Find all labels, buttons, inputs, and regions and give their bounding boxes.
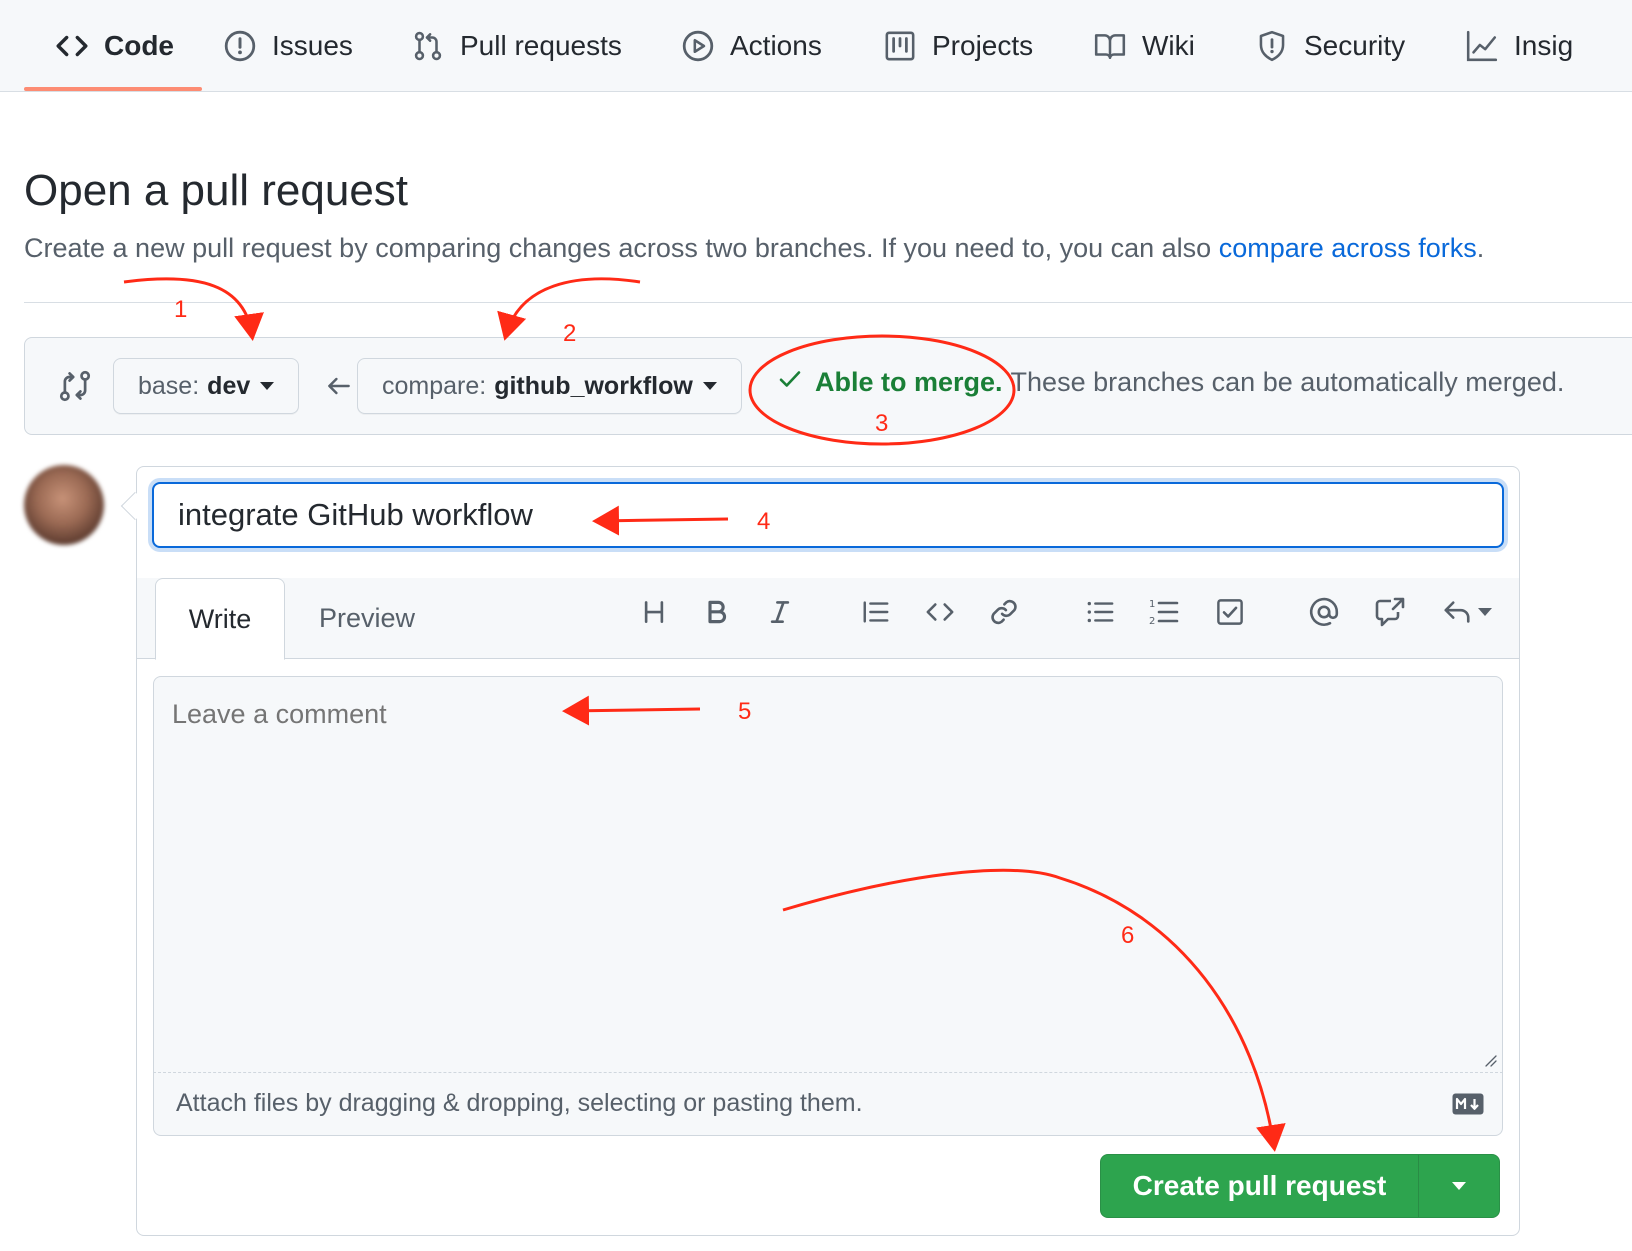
pull-request-icon [410,28,446,64]
caret-down-icon [260,382,275,390]
page-subtitle: Create a new pull request by comparing c… [24,233,1484,264]
comment-textarea[interactable] [153,676,1503,1072]
tab-insights[interactable]: Insig [1464,0,1573,92]
subtitle-end: . [1476,233,1485,263]
attach-files-text: Attach files by dragging & dropping, sel… [176,1089,863,1117]
arrow-left-icon [325,372,353,400]
base-branch-name: dev [207,371,251,400]
tab-wiki[interactable]: Wiki [1092,0,1195,92]
pr-title-input[interactable] [152,482,1504,548]
compare-branch-button[interactable]: compare: github_workflow [357,358,742,414]
avatar [24,465,104,545]
merge-status: Able to merge. These branches can be aut… [777,366,1564,399]
cross-reference-icon[interactable] [1370,592,1410,632]
annotation-arrow-1 [123,277,264,341]
create-pull-request-button[interactable]: Create pull request [1101,1155,1419,1217]
annotation-number-5: 5 [738,698,752,725]
tab-projects[interactable]: Projects [882,0,1033,92]
base-prefix: base: [138,371,200,400]
italic-icon[interactable] [760,592,800,632]
caret-down-icon [1452,1182,1466,1190]
tab-label: Issues [272,30,353,61]
tab-label: Security [1304,30,1406,61]
ordered-list-icon[interactable]: 12 [1144,592,1184,632]
unordered-list-icon[interactable] [1080,592,1120,632]
file-attach-bar[interactable]: Attach files by dragging & dropping, sel… [153,1072,1503,1136]
bold-icon[interactable] [697,592,737,632]
annotation-number-1: 1 [174,296,188,323]
code-icon[interactable] [920,592,960,632]
caret-down-icon [702,382,717,390]
code-icon [54,28,90,64]
selected-tab-underline [24,87,202,91]
able-to-merge-label: Able to merge. [815,367,1003,397]
quote-icon[interactable] [856,592,896,632]
markdown-icon[interactable] [1452,1093,1484,1115]
svg-text:2: 2 [1149,616,1155,627]
repo-nav: Code Issues Pull requests Actions Projec… [0,0,1632,92]
mention-icon[interactable] [1304,592,1344,632]
branch-range-box: base: dev compare: github_workflow Able … [24,337,1632,435]
tab-preview[interactable]: Preview [285,578,449,659]
book-icon [1092,28,1128,64]
merge-description: These branches can be automatically merg… [1010,367,1565,397]
shield-icon [1254,28,1290,64]
tab-write[interactable]: Write [155,578,285,660]
annotation-number-4: 4 [757,508,771,535]
tab-issues[interactable]: Issues [222,0,353,92]
tab-code[interactable]: Code [54,0,174,92]
reply-icon[interactable] [1436,592,1498,632]
compare-branch-name: github_workflow [494,371,693,400]
graph-icon [1464,28,1500,64]
tab-pull-requests[interactable]: Pull requests [410,0,622,92]
annotation-number-6: 6 [1121,922,1135,949]
annotation-number-2: 2 [563,320,577,347]
compare-prefix: compare: [382,371,487,400]
tab-label: Insig [1514,30,1574,61]
create-options-dropdown[interactable] [1419,1155,1499,1217]
tab-label: Actions [730,30,822,61]
tab-label: Wiki [1142,30,1195,61]
task-list-icon[interactable] [1210,592,1250,632]
tab-security[interactable]: Security [1254,0,1405,92]
git-compare-icon [57,368,93,404]
page-title: Open a pull request [24,166,409,215]
tab-label: Projects [932,30,1034,61]
tab-actions[interactable]: Actions [680,0,822,92]
divider [24,302,1632,303]
tab-label: Pull requests [460,30,622,61]
caret-down-icon [1478,608,1492,616]
svg-text:1: 1 [1149,599,1155,610]
check-icon [777,366,803,399]
create-pull-request-button-group: Create pull request [1100,1154,1500,1218]
play-icon [680,28,716,64]
compare-across-forks-link[interactable]: compare across forks [1219,233,1477,263]
issue-icon [222,28,258,64]
project-icon [882,28,918,64]
resize-handle-icon[interactable] [1482,1052,1498,1068]
tab-label: Code [104,30,174,61]
subtitle-text: Create a new pull request by comparing c… [24,233,1219,263]
heading-icon[interactable] [634,592,674,632]
link-icon[interactable] [984,592,1024,632]
base-branch-button[interactable]: base: dev [113,358,300,414]
annotation-number-3: 3 [875,410,889,437]
